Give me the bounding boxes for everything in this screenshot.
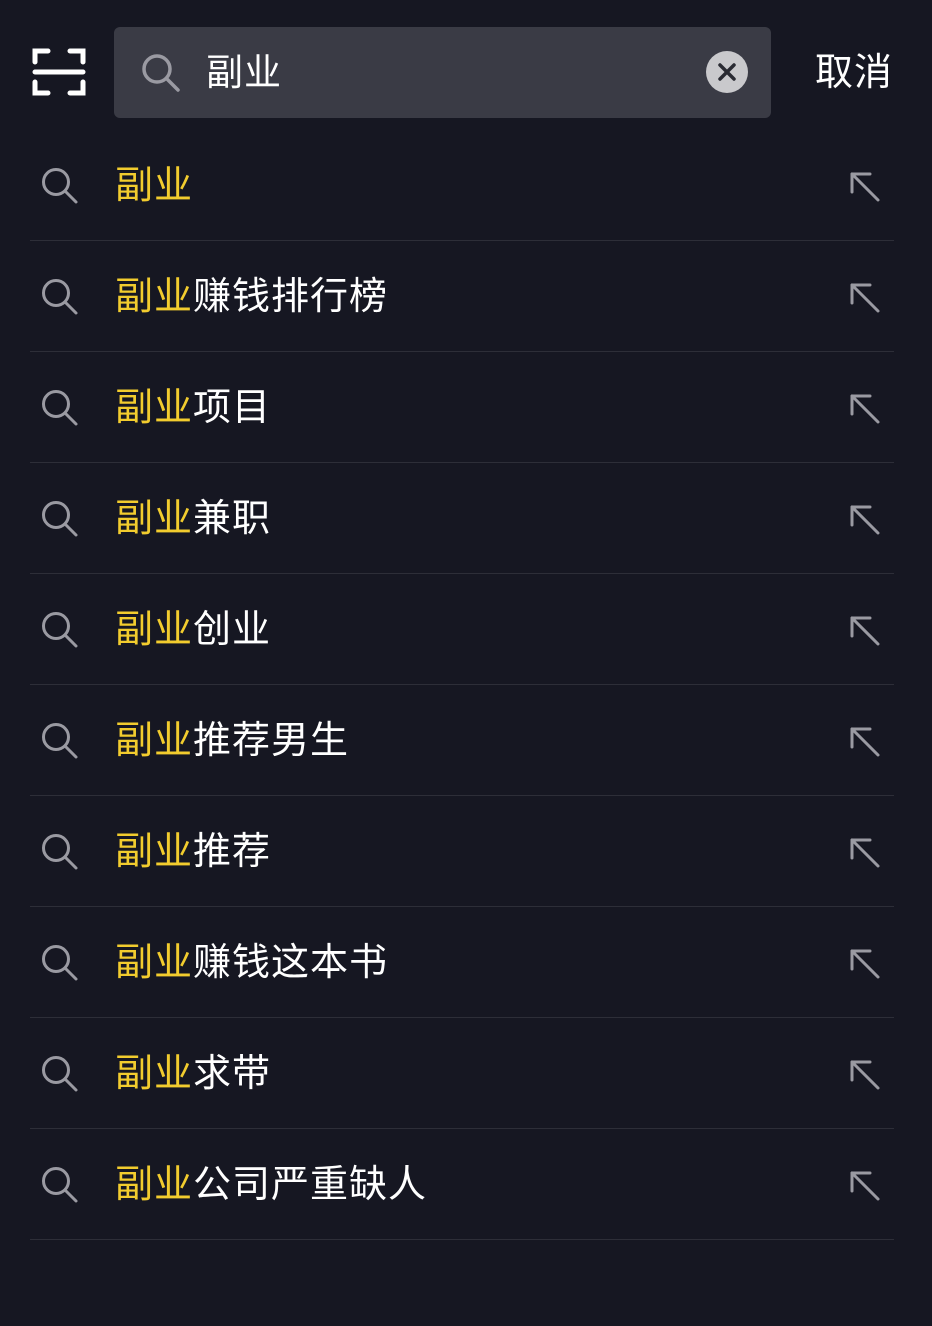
- suggestion-highlight: 副业: [115, 1051, 194, 1095]
- search-icon: [40, 832, 80, 872]
- suggestion-highlight: 副业: [115, 607, 194, 651]
- search-page: 副业 取消 副业 副业赚钱排行榜 副业项目 副业兼职 副业创业 副业推荐男生 副业推荐 副业赚…: [0, 0, 932, 1326]
- search-input[interactable]: 副业: [114, 27, 771, 118]
- cancel-button[interactable]: 取消: [806, 27, 902, 118]
- suggestion-highlight: 副业: [115, 718, 194, 762]
- suggestion-highlight: 副业: [115, 163, 194, 207]
- search-icon: [40, 1054, 80, 1094]
- arrow-up-left-icon[interactable]: [846, 612, 882, 648]
- suggestion-item[interactable]: 副业项目: [30, 352, 894, 463]
- suggestion-item[interactable]: 副业推荐男生: [30, 685, 894, 796]
- suggestion-highlight: 副业: [115, 829, 194, 873]
- suggestion-item[interactable]: 副业推荐: [30, 796, 894, 907]
- suggestion-rest: 项目: [193, 385, 272, 429]
- suggestion-rest: 推荐男生: [193, 718, 350, 762]
- suggestion-item[interactable]: 副业赚钱排行榜: [30, 241, 894, 352]
- arrow-up-left-icon[interactable]: [846, 501, 882, 537]
- search-icon: [40, 943, 80, 983]
- arrow-up-left-icon[interactable]: [846, 1056, 882, 1092]
- suggestion-rest: 赚钱这本书: [193, 940, 389, 984]
- suggestion-list: 副业 副业赚钱排行榜 副业项目 副业兼职 副业创业 副业推荐男生 副业推荐 副业赚钱这本书 副业…: [30, 130, 894, 1240]
- suggestion-text: 副业公司严重缺人: [115, 1129, 427, 1240]
- search-query-text[interactable]: 副业: [206, 27, 282, 118]
- search-icon: [40, 166, 80, 206]
- suggestion-rest: 创业: [193, 607, 272, 651]
- close-icon: [718, 63, 736, 81]
- suggestion-text: 副业创业: [115, 574, 271, 685]
- suggestion-text: 副业: [115, 130, 193, 241]
- arrow-up-left-icon[interactable]: [846, 723, 882, 759]
- suggestion-text: 副业赚钱排行榜: [115, 241, 388, 352]
- arrow-up-left-icon[interactable]: [846, 834, 882, 870]
- suggestion-item[interactable]: 副业公司严重缺人: [30, 1129, 894, 1240]
- suggestion-item[interactable]: 副业求带: [30, 1018, 894, 1129]
- suggestion-text: 副业项目: [115, 352, 271, 463]
- suggestion-highlight: 副业: [115, 496, 194, 540]
- arrow-up-left-icon[interactable]: [846, 390, 882, 426]
- suggestion-rest: 求带: [193, 1051, 272, 1095]
- suggestion-item[interactable]: 副业创业: [30, 574, 894, 685]
- suggestion-text: 副业推荐: [115, 796, 271, 907]
- arrow-up-left-icon[interactable]: [846, 168, 882, 204]
- search-icon: [40, 1165, 80, 1205]
- suggestion-text: 副业推荐男生: [115, 685, 349, 796]
- suggestion-highlight: 副业: [115, 940, 194, 984]
- arrow-up-left-icon[interactable]: [846, 1167, 882, 1203]
- suggestion-rest: 公司严重缺人: [193, 1162, 428, 1206]
- search-icon: [40, 388, 80, 428]
- search-icon: [140, 52, 182, 94]
- suggestion-rest: 赚钱排行榜: [193, 274, 389, 318]
- suggestion-item[interactable]: 副业赚钱这本书: [30, 907, 894, 1018]
- suggestion-text: 副业求带: [115, 1018, 271, 1129]
- suggestion-highlight: 副业: [115, 274, 194, 318]
- search-header: 副业 取消: [0, 0, 932, 140]
- search-icon: [40, 277, 80, 317]
- search-icon: [40, 499, 80, 539]
- scan-icon: [32, 48, 86, 96]
- suggestion-text: 副业兼职: [115, 463, 271, 574]
- suggestion-item[interactable]: 副业: [30, 130, 894, 241]
- arrow-up-left-icon[interactable]: [846, 279, 882, 315]
- suggestion-highlight: 副业: [115, 385, 194, 429]
- scan-button[interactable]: [32, 46, 86, 98]
- clear-search-button[interactable]: [706, 51, 748, 93]
- search-icon: [40, 721, 80, 761]
- arrow-up-left-icon[interactable]: [846, 945, 882, 981]
- suggestion-rest: 推荐: [193, 829, 272, 873]
- search-icon: [40, 610, 80, 650]
- suggestion-text: 副业赚钱这本书: [115, 907, 388, 1018]
- suggestion-rest: 兼职: [193, 496, 272, 540]
- suggestion-highlight: 副业: [115, 1162, 194, 1206]
- suggestion-item[interactable]: 副业兼职: [30, 463, 894, 574]
